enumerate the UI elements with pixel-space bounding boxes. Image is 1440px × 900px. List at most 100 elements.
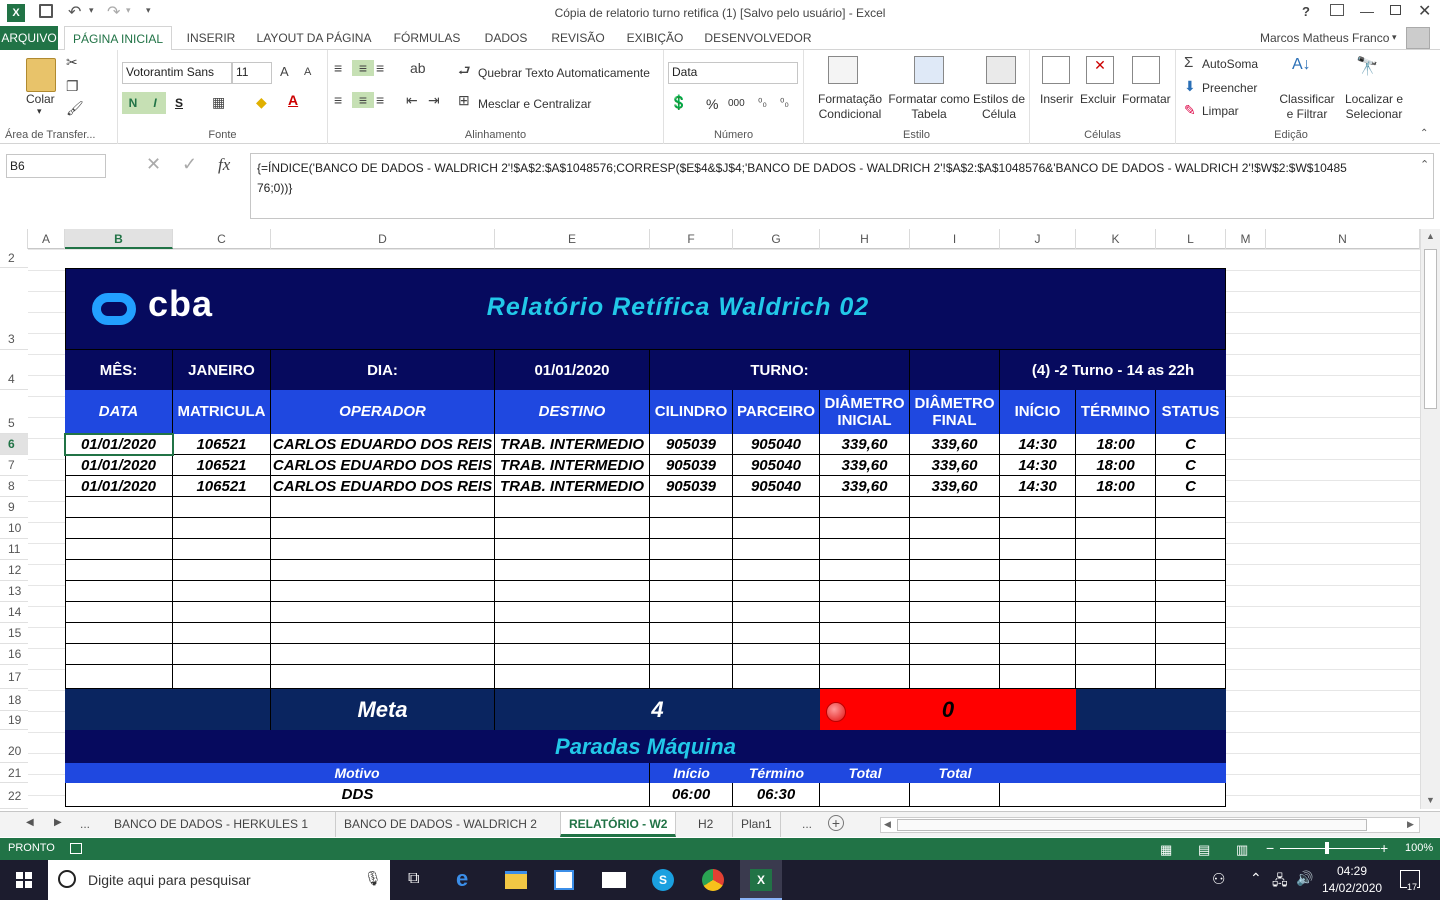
- cell-parceiro[interactable]: [733, 560, 820, 581]
- cell-data[interactable]: [65, 644, 173, 665]
- cell-diametro-final[interactable]: [910, 581, 1000, 602]
- cell-status[interactable]: C: [1156, 434, 1226, 455]
- cut-icon[interactable]: ✂: [66, 54, 78, 71]
- cell-status[interactable]: C: [1156, 476, 1226, 497]
- cell-data[interactable]: [65, 665, 173, 689]
- tab-inserir[interactable]: INSERIR: [180, 26, 242, 50]
- col-d[interactable]: D: [271, 229, 495, 249]
- cell-inicio[interactable]: 14:30: [1000, 455, 1076, 476]
- col-j[interactable]: J: [1000, 229, 1076, 249]
- format-painter-icon[interactable]: 🖌: [66, 100, 84, 117]
- redo-icon[interactable]: ↷: [107, 2, 120, 22]
- increase-decimal-icon[interactable]: ⁰₀: [758, 96, 767, 109]
- cell-operador[interactable]: CARLOS EDUARDO DOS REIS: [271, 476, 495, 497]
- people-icon[interactable]: ⚇: [1212, 870, 1225, 888]
- tab-layout[interactable]: LAYOUT DA PÁGINA: [250, 26, 378, 50]
- sheet-tab-herkules[interactable]: BANCO DE DADOS - HERKULES 1: [106, 812, 316, 837]
- cell-termino[interactable]: [1076, 581, 1156, 602]
- page-break-icon[interactable]: ▥: [1236, 842, 1248, 858]
- cell-data[interactable]: [65, 560, 173, 581]
- help-button[interactable]: ?: [1302, 4, 1310, 19]
- cell-termino[interactable]: [1076, 665, 1156, 689]
- tab-arquivo[interactable]: ARQUIVO: [0, 26, 58, 50]
- cell-diametro-inicial[interactable]: [820, 560, 910, 581]
- cell-termino[interactable]: [1076, 644, 1156, 665]
- cell-parceiro[interactable]: [733, 518, 820, 539]
- cell-data[interactable]: [65, 581, 173, 602]
- cell-parceiro[interactable]: 905040: [733, 455, 820, 476]
- cell-matricula[interactable]: 106521: [173, 434, 271, 455]
- row-10[interactable]: 10: [0, 518, 28, 539]
- cell-cilindro[interactable]: 905039: [650, 434, 733, 455]
- col-h[interactable]: H: [820, 229, 910, 249]
- close-button[interactable]: ✕: [1418, 1, 1431, 21]
- taskbar-search[interactable]: Digite aqui para pesquisar 🎙: [48, 860, 390, 900]
- col-a[interactable]: A: [28, 229, 65, 249]
- row-22[interactable]: 22: [0, 783, 28, 809]
- zoom-out-icon[interactable]: −: [1266, 840, 1274, 856]
- file-explorer-icon[interactable]: [505, 871, 527, 889]
- cell-destino[interactable]: [495, 623, 650, 644]
- cell-diametro-final[interactable]: 339,60: [910, 476, 1000, 497]
- paste-icon[interactable]: [26, 58, 56, 92]
- formula-input[interactable]: {=ÍNDICE('BANCO DE DADOS - WALDRICH 2'!$…: [250, 153, 1434, 219]
- align-bottom-icon[interactable]: ≡: [376, 60, 384, 76]
- col-l[interactable]: L: [1156, 229, 1226, 249]
- align-top-icon[interactable]: ≡: [334, 60, 342, 76]
- cell-status[interactable]: [1156, 497, 1226, 518]
- zoom-level[interactable]: 100%: [1405, 842, 1433, 854]
- clear-button[interactable]: Limpar: [1202, 104, 1239, 118]
- cell-diametro-inicial[interactable]: [820, 518, 910, 539]
- cell-status[interactable]: [1156, 623, 1226, 644]
- row-17[interactable]: 17: [0, 665, 28, 689]
- col-b[interactable]: B: [65, 229, 173, 249]
- cell-diametro-inicial[interactable]: [820, 497, 910, 518]
- cell-operador[interactable]: CARLOS EDUARDO DOS REIS: [271, 455, 495, 476]
- cell-status[interactable]: [1156, 581, 1226, 602]
- avatar[interactable]: [1406, 27, 1430, 49]
- cell-diametro-inicial[interactable]: 339,60: [820, 455, 910, 476]
- thousands-button[interactable]: 000: [728, 98, 745, 109]
- cell-parceiro[interactable]: 905040: [733, 476, 820, 497]
- delete-cells-button[interactable]: Excluir: [1080, 92, 1116, 106]
- decrease-indent-icon[interactable]: ⇤: [406, 92, 418, 109]
- task-view-icon[interactable]: ⧉: [408, 870, 419, 888]
- cell-diametro-inicial[interactable]: [820, 581, 910, 602]
- cell-diametro-inicial[interactable]: [820, 539, 910, 560]
- row-9[interactable]: 9: [0, 497, 28, 518]
- cell-termino[interactable]: [1076, 539, 1156, 560]
- fill-color-icon[interactable]: ◆: [256, 94, 267, 111]
- cell-termino[interactable]: 18:00: [1076, 476, 1156, 497]
- merge-center-button[interactable]: Mesclar e Centralizar: [478, 97, 591, 111]
- cell-parceiro[interactable]: [733, 497, 820, 518]
- cell-destino[interactable]: TRAB. INTERMEDIO: [495, 434, 650, 455]
- tab-dados[interactable]: DADOS: [476, 26, 536, 50]
- cell-diametro-final[interactable]: [910, 644, 1000, 665]
- align-center-icon[interactable]: ≡: [352, 92, 374, 108]
- cell-operador[interactable]: [271, 497, 495, 518]
- excel-taskbar-icon[interactable]: X: [740, 860, 782, 900]
- cell-inicio[interactable]: [1000, 602, 1076, 623]
- cell-parceiro[interactable]: [733, 644, 820, 665]
- cell-destino[interactable]: [495, 581, 650, 602]
- cell-cilindro[interactable]: [650, 497, 733, 518]
- macro-record-icon[interactable]: [70, 843, 82, 854]
- customize-qat-icon[interactable]: ▾: [146, 5, 151, 16]
- col-m[interactable]: M: [1226, 229, 1266, 249]
- cell-status[interactable]: [1156, 560, 1226, 581]
- cell-inicio[interactable]: [1000, 539, 1076, 560]
- windows-start-icon[interactable]: [16, 872, 32, 888]
- tab-scroll-left-icon[interactable]: ◀: [26, 817, 34, 828]
- cell-inicio[interactable]: [1000, 623, 1076, 644]
- italic-button[interactable]: I: [144, 92, 166, 114]
- col-f[interactable]: F: [650, 229, 733, 249]
- cell-diametro-inicial[interactable]: [820, 623, 910, 644]
- scroll-up-icon[interactable]: ▲: [1426, 231, 1435, 241]
- tabs-more-left[interactable]: ...: [80, 817, 90, 831]
- format-cells-icon[interactable]: [1132, 56, 1160, 84]
- cell-inicio[interactable]: [1000, 497, 1076, 518]
- align-middle-icon[interactable]: ≡: [352, 60, 374, 76]
- cell-diametro-final[interactable]: 339,60: [910, 455, 1000, 476]
- cell-parceiro[interactable]: [733, 602, 820, 623]
- find-select-button[interactable]: Localizar e Selecionar: [1338, 92, 1410, 122]
